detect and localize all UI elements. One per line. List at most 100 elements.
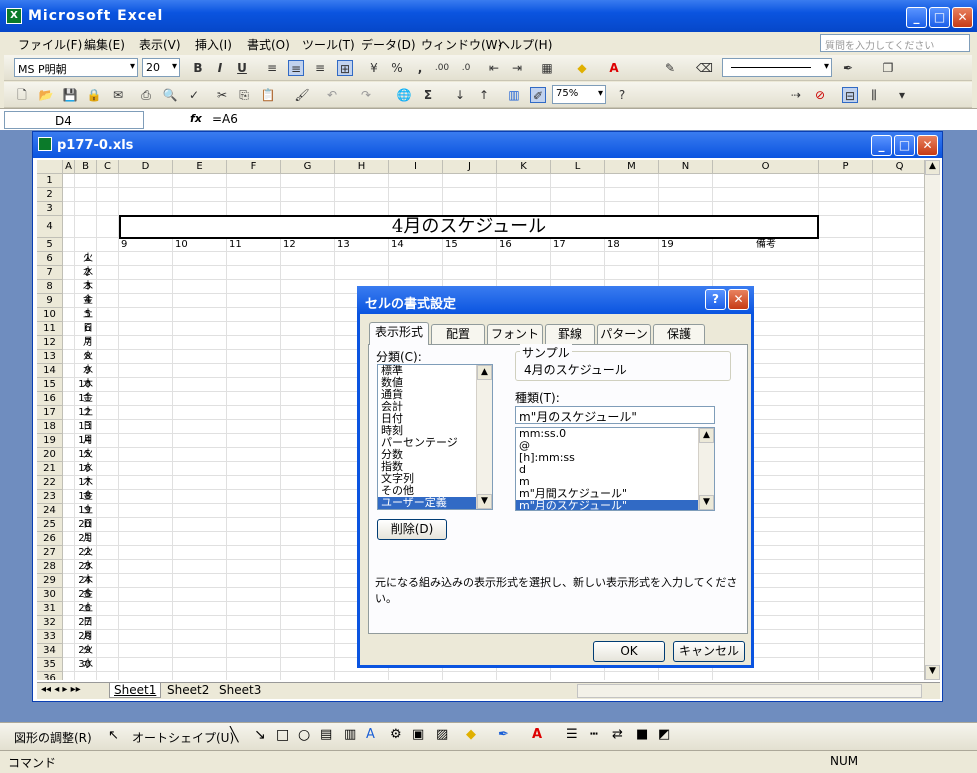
format-painter-icon[interactable]: 🖌 xyxy=(294,87,310,103)
scroll-down-icon[interactable]: ▼ xyxy=(925,665,940,680)
ask-question-input[interactable]: 質問を入力してください xyxy=(820,34,970,52)
shadow-icon[interactable]: ■ xyxy=(636,727,648,742)
col-header-c[interactable]: C xyxy=(97,160,119,174)
draw-font-color-icon[interactable]: A xyxy=(532,727,542,742)
schedule-title-cell[interactable]: 4月のスケジュール xyxy=(119,215,819,239)
weekday-cell[interactable]: 水 xyxy=(83,462,93,476)
col-header-p[interactable]: P xyxy=(819,160,873,174)
tab-nav-first-icon[interactable]: ◂◂ ◂ ▸ ▸▸ xyxy=(41,684,81,695)
oval-icon[interactable]: ○ xyxy=(298,727,310,743)
tab-sheet2[interactable]: Sheet2 xyxy=(163,683,213,697)
row-header[interactable]: 31 xyxy=(37,602,63,616)
chart-wizard-icon[interactable]: ▥ xyxy=(506,87,522,103)
weekday-cell[interactable]: 日 xyxy=(83,322,93,336)
weekday-cell[interactable]: 土 xyxy=(83,308,93,322)
row-header[interactable]: 11 xyxy=(37,322,63,336)
currency-icon[interactable]: ¥ xyxy=(366,60,382,76)
col-header-d[interactable]: D xyxy=(119,160,173,174)
draw-line-color-icon[interactable]: ✒ xyxy=(498,727,509,742)
scroll-up-icon[interactable]: ▲ xyxy=(477,365,492,380)
minimize-button[interactable]: _ xyxy=(906,7,927,28)
dialog-help-button[interactable]: ? xyxy=(705,289,726,310)
wb-minimize-button[interactable]: _ xyxy=(871,135,892,156)
col-header-a[interactable]: A xyxy=(63,160,75,174)
open-icon[interactable]: 📂 xyxy=(38,87,54,103)
hour-cell[interactable]: 18 xyxy=(607,238,620,252)
wordart-icon[interactable]: A xyxy=(366,727,375,742)
line-color-icon[interactable]: ✒ xyxy=(840,60,856,76)
select-all-corner[interactable] xyxy=(37,160,63,174)
row-header[interactable]: 12 xyxy=(37,336,63,350)
tab-number[interactable]: 表示形式 xyxy=(369,322,429,345)
wb-maximize-button[interactable]: □ xyxy=(894,135,915,156)
weekday-cell[interactable]: 金 xyxy=(83,294,93,308)
textbox-icon[interactable]: ▤ xyxy=(320,727,332,742)
rectangle-icon[interactable]: □ xyxy=(276,727,289,743)
weekday-cell[interactable]: 土 xyxy=(83,602,93,616)
scroll-up-icon[interactable]: ▲ xyxy=(699,428,714,443)
hour-cell[interactable]: 9 xyxy=(121,238,127,252)
picture-icon[interactable]: ▨ xyxy=(436,727,448,742)
weekday-cell[interactable]: 金 xyxy=(83,588,93,602)
weekday-cell[interactable]: 火 xyxy=(83,252,93,266)
weekday-cell[interactable]: 火 xyxy=(83,448,93,462)
copy-icon[interactable]: ⎘ xyxy=(236,87,252,103)
hour-cell[interactable]: 19 xyxy=(661,238,674,252)
hour-cell[interactable]: 11 xyxy=(229,238,242,252)
col-header-m[interactable]: M xyxy=(605,160,659,174)
weekday-cell[interactable]: 木 xyxy=(83,476,93,490)
erase-border-icon[interactable]: ⌫ xyxy=(696,60,713,76)
borders-icon[interactable]: ▦ xyxy=(539,60,555,76)
diagram-icon[interactable]: ⚙ xyxy=(390,727,402,742)
print-preview-icon[interactable]: 🔍 xyxy=(162,87,178,103)
increase-indent-icon[interactable]: ⇥ xyxy=(509,60,525,76)
type-list[interactable]: ▲ ▼ mm:ss.0 @ [h]:mm:ss d m m"月間スケジュール" m"月のスケ… xyxy=(515,427,715,511)
row-header[interactable]: 30 xyxy=(37,588,63,602)
row-header[interactable]: 1 xyxy=(37,174,63,188)
weekday-cell[interactable]: 木 xyxy=(83,574,93,588)
menu-edit[interactable]: 編集(E) xyxy=(84,36,125,53)
row-header[interactable]: 21 xyxy=(37,462,63,476)
align-left-icon[interactable]: ≡ xyxy=(264,60,280,76)
row-header[interactable]: 27 xyxy=(37,546,63,560)
row-header[interactable]: 4 xyxy=(37,216,63,238)
row-header[interactable]: 13 xyxy=(37,350,63,364)
col-header-q[interactable]: Q xyxy=(873,160,927,174)
col-header-f[interactable]: F xyxy=(227,160,281,174)
undo-icon[interactable]: ↶ xyxy=(324,87,340,103)
menu-file[interactable]: ファイル(F) xyxy=(18,36,82,53)
decrease-indent-icon[interactable]: ⇤ xyxy=(486,60,502,76)
col-header-o[interactable]: O xyxy=(713,160,819,174)
line-style-select[interactable] xyxy=(722,58,832,77)
row-header[interactable]: 24 xyxy=(37,504,63,518)
weekday-cell[interactable]: 水 xyxy=(83,658,93,672)
trace-precedents-icon[interactable]: ⇢ xyxy=(788,87,804,103)
spelling-icon[interactable]: ✓ xyxy=(186,87,202,103)
tab-sheet3[interactable]: Sheet3 xyxy=(215,683,265,697)
weekday-cell[interactable]: 水 xyxy=(83,266,93,280)
weekday-cell[interactable]: 日 xyxy=(83,616,93,630)
type-item[interactable]: mm:ss.0 xyxy=(516,428,714,440)
col-header-k[interactable]: K xyxy=(497,160,551,174)
name-box[interactable]: D4 xyxy=(4,111,144,129)
weekday-cell[interactable]: 木 xyxy=(83,280,93,294)
menu-tools[interactable]: ツール(T) xyxy=(302,36,355,53)
fx-icon[interactable]: fx xyxy=(190,112,202,125)
merge-center-icon[interactable]: ⊞ xyxy=(337,60,353,76)
hour-cell[interactable]: 13 xyxy=(337,238,350,252)
dialog-close-button[interactable]: ✕ xyxy=(728,289,749,310)
row-header[interactable]: 18 xyxy=(37,420,63,434)
decrease-decimal-icon[interactable]: .0 xyxy=(458,60,474,76)
category-item[interactable]: ユーザー定義 xyxy=(378,497,492,509)
category-list[interactable]: ▲ ▼ 標準 数値 通貨 会計 日付 時刻 パーセンテージ 分数 指数 文字列 その他 ユーザー定義 xyxy=(377,364,493,510)
row-header[interactable]: 35 xyxy=(37,658,63,672)
hour-cell[interactable]: 17 xyxy=(553,238,566,252)
type-item[interactable]: m"月のスケジュール" xyxy=(516,500,714,510)
zoom-select[interactable]: 75% xyxy=(552,85,606,104)
vertical-textbox-icon[interactable]: ▥ xyxy=(344,727,356,742)
row-header[interactable]: 34 xyxy=(37,644,63,658)
row-header[interactable]: 32 xyxy=(37,616,63,630)
scroll-up-icon[interactable]: ▲ xyxy=(925,160,940,175)
weekday-cell[interactable]: 火 xyxy=(83,644,93,658)
help-icon[interactable]: ? xyxy=(614,87,630,103)
